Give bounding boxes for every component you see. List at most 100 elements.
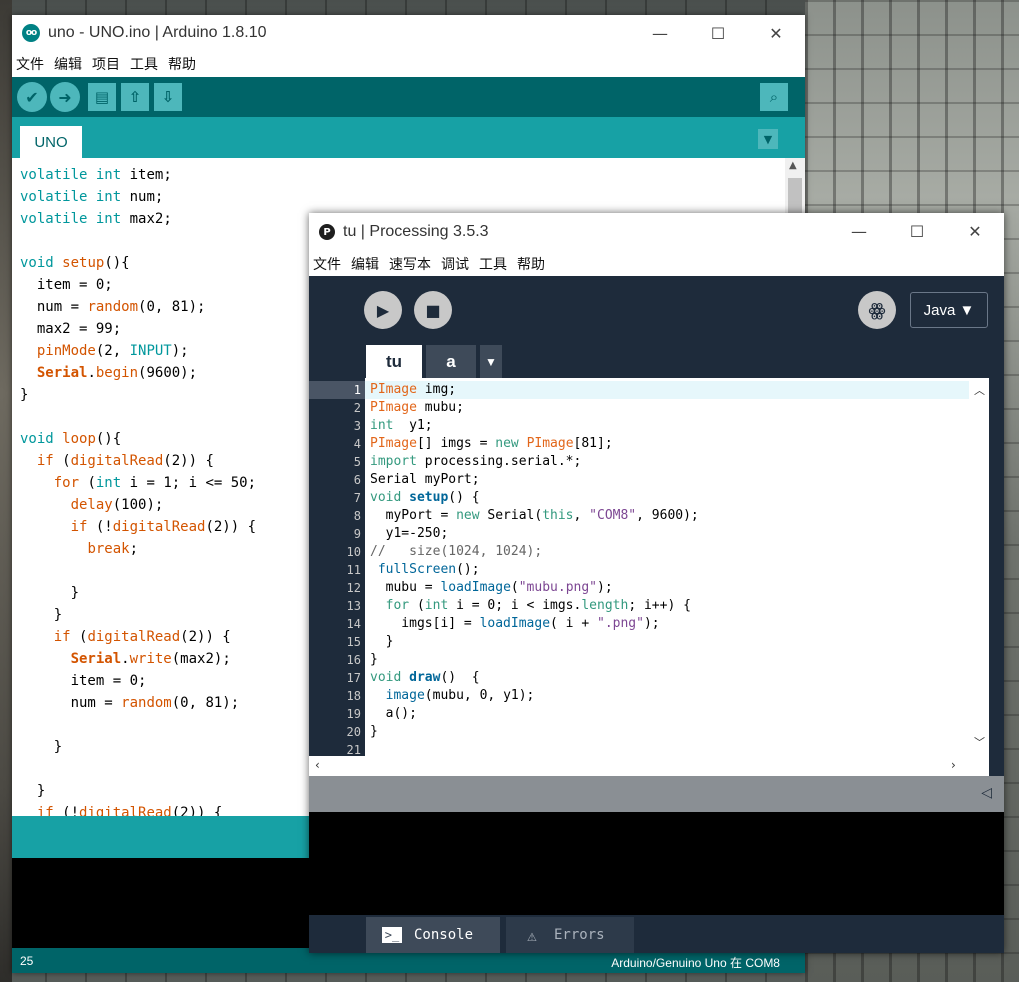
scroll-left-icon[interactable]: ‹ xyxy=(315,758,320,772)
line-number: 10 xyxy=(346,545,361,559)
code-line: image(mubu, 0, y1); xyxy=(385,688,535,703)
menu-debug[interactable]: 调试 xyxy=(441,254,469,274)
arrow-up-icon: ⇧ xyxy=(128,88,142,106)
line-number: 16 xyxy=(346,653,361,667)
menu-file[interactable]: 文件 xyxy=(16,54,44,74)
arduino-toolbar: ✔ ➜ ▤ ⇧ ⇩ ⌕ xyxy=(12,77,805,117)
code-line: void setup() { xyxy=(370,490,480,505)
debugger-button[interactable]: ꙮ xyxy=(858,291,896,329)
menu-help[interactable]: 帮助 xyxy=(168,54,196,74)
processing-code-editor[interactable]: PImage img; PImage mubu; int y1; PImage[] i… xyxy=(365,378,969,756)
line-number-indicator: 25 xyxy=(20,954,34,968)
arrow-down-icon: ⇩ xyxy=(161,88,175,106)
terminal-icon: >_ xyxy=(382,927,402,943)
processing-titlebar[interactable]: P tu | Processing 3.5.3 — ☐ ✕ xyxy=(309,213,1004,251)
line-number: 13 xyxy=(346,599,361,613)
stop-icon: ■ xyxy=(425,300,441,320)
mode-selector[interactable]: Java ▼ xyxy=(910,292,988,328)
scroll-up-icon[interactable]: ▲ xyxy=(789,160,797,171)
line-number: 11 xyxy=(346,563,361,577)
menu-file[interactable]: 文件 xyxy=(313,254,341,274)
processing-toolbar: ▶ ■ ꙮ Java ▼ xyxy=(309,276,1004,348)
scroll-up-icon[interactable]: ︿ xyxy=(974,382,985,398)
scrollbar-thumb[interactable] xyxy=(788,178,802,214)
warning-icon: ⚠ xyxy=(527,925,537,945)
close-button[interactable]: ✕ xyxy=(747,15,805,51)
menu-tools[interactable]: 工具 xyxy=(479,254,507,274)
arrow-right-icon: ➜ xyxy=(58,87,72,107)
code-line: // size(1024, 1024); xyxy=(370,544,543,559)
line-number: 14 xyxy=(346,617,361,631)
menu-tools[interactable]: 工具 xyxy=(130,54,158,74)
code-line: PImage img; xyxy=(365,381,969,399)
infinity-icon: oo xyxy=(22,24,40,42)
minimize-button[interactable]: — xyxy=(830,213,888,249)
open-sketch-button[interactable]: ⇧ xyxy=(121,83,149,111)
arduino-titlebar[interactable]: oo uno - UNO.ino | Arduino 1.8.10 — ☐ ✕ xyxy=(12,15,805,51)
menu-sketch[interactable]: 速写本 xyxy=(389,254,431,274)
errors-tab-label: Errors xyxy=(554,927,605,943)
scroll-right-icon[interactable]: › xyxy=(951,758,956,772)
arduino-menubar: 文件 编辑 项目 工具 帮助 xyxy=(12,51,805,77)
processing-status-bar: ◁ xyxy=(309,776,1004,812)
run-button[interactable]: ▶ xyxy=(364,291,402,329)
arduino-tabbar: UNO ▼ xyxy=(12,117,805,158)
processing-title: tu | Processing 3.5.3 xyxy=(343,223,489,240)
code-line: imgs[i] = loadImage( i + ".png"); xyxy=(370,616,660,631)
processing-console[interactable] xyxy=(309,812,1004,915)
line-number: 4 xyxy=(353,437,361,451)
console-tab[interactable]: >_ Console xyxy=(366,917,500,953)
line-number: 3 xyxy=(353,419,361,433)
collapse-console-icon[interactable]: ◁ xyxy=(981,785,992,801)
minimize-button[interactable]: — xyxy=(631,15,689,51)
processing-tabbar: tu a ▼ xyxy=(309,343,1004,378)
save-sketch-button[interactable]: ⇩ xyxy=(154,83,182,111)
line-number: 19 xyxy=(346,707,361,721)
processing-horizontal-scrollbar[interactable]: ‹ › xyxy=(309,756,989,776)
line-number: 1 xyxy=(309,381,365,399)
line-number: 7 xyxy=(353,491,361,505)
processing-p-icon: P xyxy=(319,224,335,240)
console-tab-label: Console xyxy=(414,927,474,943)
processing-vertical-scrollbar[interactable]: ︿ ﹀ xyxy=(969,378,989,756)
code-line: a(); xyxy=(370,706,417,721)
checkmark-icon: ✔ xyxy=(25,87,39,107)
code-line: for (int i = 0; i < imgs.length; i++) { xyxy=(385,598,691,613)
maximize-button[interactable]: ☐ xyxy=(888,213,946,249)
menu-sketch[interactable]: 项目 xyxy=(92,54,120,74)
scroll-down-icon[interactable]: ﹀ xyxy=(974,734,985,750)
new-file-icon: ▤ xyxy=(94,88,110,106)
new-sketch-button[interactable]: ▤ xyxy=(88,83,116,111)
console-tabbar: >_ Console ⚠ Errors xyxy=(309,915,1004,953)
line-number: 15 xyxy=(346,635,361,649)
upload-button[interactable]: ➜ xyxy=(50,82,80,112)
maximize-button[interactable]: ☐ xyxy=(689,15,747,51)
serial-monitor-button[interactable]: ⌕ xyxy=(760,83,788,111)
stop-button[interactable]: ■ xyxy=(414,291,452,329)
code-line: } xyxy=(370,634,394,649)
tab-menu-button[interactable]: ▼ xyxy=(480,345,502,378)
tab-a[interactable]: a xyxy=(426,345,476,378)
desktop-wallpaper-left xyxy=(0,0,12,982)
code-line: void draw() { xyxy=(370,670,480,685)
code-line: import processing.serial.*; xyxy=(370,454,582,469)
tab-menu-button[interactable]: ▼ xyxy=(758,129,778,149)
butterfly-icon: ꙮ xyxy=(868,299,886,321)
magnifier-icon: ⌕ xyxy=(769,88,779,106)
processing-window: P tu | Processing 3.5.3 — ☐ ✕ 文件 编辑 速写本 … xyxy=(309,213,1004,953)
menu-edit[interactable]: 编辑 xyxy=(54,54,82,74)
tab-uno[interactable]: UNO xyxy=(20,126,82,158)
menu-help[interactable]: 帮助 xyxy=(517,254,545,274)
code-line: PImage[] imgs = new PImage[81]; xyxy=(370,436,613,451)
chevron-down-icon: ▼ xyxy=(763,132,773,146)
close-button[interactable]: ✕ xyxy=(946,213,1004,249)
verify-button[interactable]: ✔ xyxy=(17,82,47,112)
code-line: Serial myPort; xyxy=(370,472,480,487)
processing-menubar: 文件 编辑 速写本 调试 工具 帮助 xyxy=(309,251,1004,276)
tab-tu[interactable]: tu xyxy=(366,345,422,378)
board-port-indicator: Arduino/Genuino Uno 在 COM8 xyxy=(611,956,780,970)
errors-tab[interactable]: ⚠ Errors xyxy=(506,917,634,953)
play-icon: ▶ xyxy=(376,300,390,320)
menu-edit[interactable]: 编辑 xyxy=(351,254,379,274)
